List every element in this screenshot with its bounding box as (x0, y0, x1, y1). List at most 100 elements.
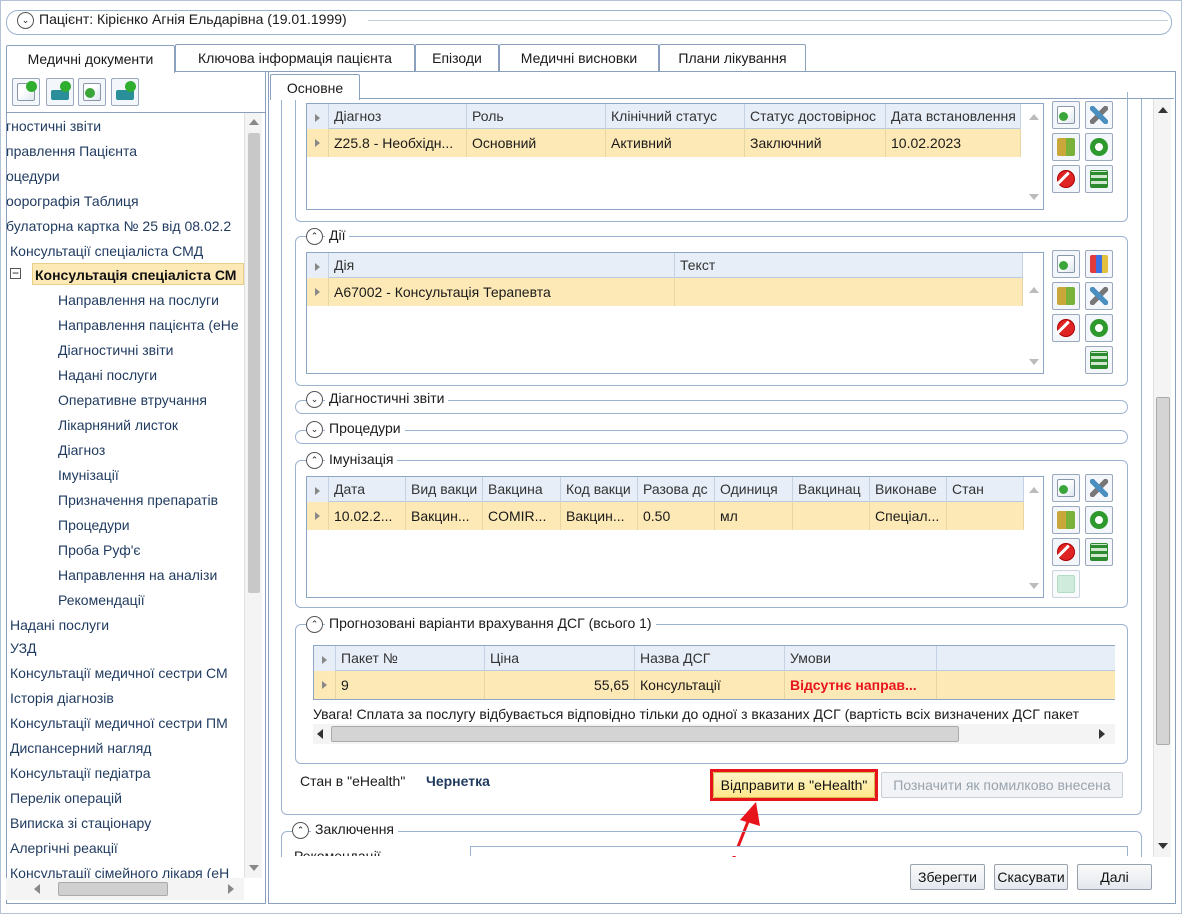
cell[interactable] (793, 502, 870, 530)
column-header[interactable]: Пакет № (336, 646, 485, 671)
tree-item[interactable]: Діагностичні звіти (58, 339, 173, 361)
column-header[interactable]: Статус достовірнос (745, 104, 886, 129)
scroll-up-icon[interactable] (249, 119, 259, 125)
tree-item[interactable]: Рекомендації (58, 589, 145, 611)
grid-scrollbar[interactable] (1025, 104, 1043, 209)
column-header[interactable]: Назва ДСГ (635, 646, 785, 671)
cell[interactable]: Спеціал... (870, 502, 947, 530)
tree-item[interactable]: Алергічні реакції (10, 837, 118, 859)
tree-item[interactable]: оорографія Таблиця (6, 190, 139, 212)
table-view-icon[interactable] (1085, 346, 1113, 374)
scroll-up-icon[interactable] (1029, 114, 1039, 120)
tools-icon[interactable] (1085, 101, 1113, 129)
procedures-expand-icon[interactable]: ⌄ (306, 421, 323, 438)
tree-item-selected[interactable]: Консультація спеціаліста СМ (32, 263, 244, 285)
scroll-down-icon[interactable] (1029, 359, 1039, 365)
diag-reports-title[interactable]: Діагностичні звіти (325, 390, 449, 406)
scroll-thumb[interactable] (58, 882, 168, 896)
delete-icon[interactable] (1052, 165, 1080, 193)
table-row[interactable]: 10.02.2... Вакцин... COMIR... Вакцин... … (307, 502, 1024, 530)
book-icon[interactable] (1052, 506, 1080, 534)
tree-item[interactable]: Направлення на аналізи (58, 564, 217, 586)
scroll-down-icon[interactable] (1029, 194, 1039, 200)
conclusion-collapse-icon[interactable]: ⌃ (292, 822, 309, 839)
column-header[interactable]: Ціна (485, 646, 635, 671)
tab-medical-conclusions[interactable]: Медичні висновки (499, 44, 659, 71)
column-header[interactable]: Вакцина (483, 477, 561, 502)
tree-item[interactable]: Призначення препаратів (58, 489, 218, 511)
tree-item[interactable]: правлення Пацієнта (6, 140, 137, 162)
scroll-right-icon[interactable] (228, 884, 234, 894)
procedures-title[interactable]: Процедури (325, 420, 405, 436)
cell[interactable] (947, 502, 1024, 530)
tree-item[interactable]: Виписка зі стаціонару (10, 812, 151, 834)
tree-item[interactable]: Процедури (58, 514, 130, 536)
next-button[interactable]: Далі (1077, 864, 1152, 890)
scroll-thumb[interactable] (1156, 397, 1170, 745)
tree-item[interactable]: УЗД (10, 637, 37, 659)
column-header[interactable]: Вид вакци (406, 477, 483, 502)
cell[interactable]: Z25.8 - Необхідн... (329, 129, 467, 157)
tab-key-info[interactable]: Ключова інформація пацієнта (175, 44, 415, 71)
add-patient-icon[interactable] (46, 78, 74, 106)
cell[interactable]: COMIR... (483, 502, 561, 530)
tree-item[interactable]: Консультації спеціаліста СМД (10, 240, 203, 262)
tree-item[interactable]: Диспансерний нагляд (10, 737, 151, 759)
tree-item[interactable]: Імунізації (58, 464, 119, 486)
cell[interactable] (675, 278, 1023, 306)
column-header[interactable]: Дія (329, 253, 675, 278)
tools-icon[interactable] (1085, 474, 1113, 502)
column-header[interactable]: Виконаве (870, 477, 947, 502)
column-header[interactable]: Текст (675, 253, 1023, 278)
tree-item[interactable]: Направлення на послуги (58, 289, 219, 311)
column-header[interactable]: Разова дс (638, 477, 715, 502)
column-header[interactable]: Умови (785, 646, 937, 671)
tab-treatment-plans[interactable]: Плани лікування (659, 44, 806, 71)
cell[interactable]: A67002 - Консультація Терапевта (329, 278, 675, 306)
tree-item[interactable]: булаторна картка № 25 від 08.02.2 (6, 215, 231, 237)
tree-item[interactable]: Консультації медичної сестри ПМ (10, 712, 228, 734)
cell[interactable]: Активний (606, 129, 745, 157)
cell[interactable]: 10.02.2... (329, 502, 406, 530)
cell[interactable]: 9 (336, 671, 485, 699)
scroll-down-icon[interactable] (249, 865, 259, 871)
tree-item[interactable]: Історія діагнозів (10, 687, 114, 709)
tree-item[interactable]: Діагноз (58, 439, 105, 461)
cell[interactable]: 0.50 (638, 502, 715, 530)
grid-scrollbar[interactable] (1025, 253, 1043, 373)
scroll-down-icon[interactable] (1029, 583, 1039, 589)
dsg-collapse-icon[interactable]: ⌃ (306, 616, 323, 633)
link-icon[interactable] (1085, 506, 1113, 534)
column-header[interactable]: Вакцинац (793, 477, 870, 502)
dsg-horizontal-scrollbar[interactable] (313, 724, 1115, 744)
column-header[interactable]: Клінічний статус (606, 104, 745, 129)
tree-item[interactable]: Надані послуги (58, 364, 157, 386)
tree-item[interactable]: Направлення пацієнта (eHe (58, 314, 239, 336)
add-bed-icon[interactable] (111, 78, 139, 106)
column-header[interactable]: Дата (329, 477, 406, 502)
cell[interactable]: Вакцин... (561, 502, 638, 530)
tree-vertical-scrollbar[interactable] (244, 113, 262, 878)
column-header[interactable]: Стан (947, 477, 1024, 502)
column-header[interactable]: Роль (467, 104, 606, 129)
cell[interactable]: мл (715, 502, 793, 530)
tree-item[interactable]: Лікарняний листок (58, 414, 178, 436)
link-icon[interactable] (1085, 133, 1113, 161)
cell[interactable]: Основний (467, 129, 606, 157)
tree-item[interactable]: Оперативне втручання (58, 389, 207, 411)
tree-item[interactable]: Консультації сімейного лікаря (eH (10, 862, 229, 878)
scroll-left-icon[interactable] (34, 884, 40, 894)
tree-item[interactable]: Проба Руф'є (58, 539, 141, 561)
cell[interactable]: Відсутнє направ... (785, 671, 937, 699)
scroll-down-icon[interactable] (1158, 843, 1168, 849)
tree-item[interactable]: Консультації медичної сестри СМ (10, 662, 228, 684)
tab-episodes[interactable]: Епізоди (415, 44, 499, 71)
table-row[interactable]: Z25.8 - Необхідн... Основний Активний За… (307, 129, 1021, 157)
scroll-thumb[interactable] (331, 726, 959, 742)
delete-icon[interactable] (1052, 314, 1080, 342)
tree-horizontal-scrollbar[interactable] (6, 878, 244, 900)
book-icon[interactable] (1052, 282, 1080, 310)
cell[interactable]: Заключний (745, 129, 886, 157)
tree-collapse-icon[interactable]: − (10, 267, 21, 279)
diag-reports-expand-icon[interactable]: ⌄ (306, 391, 323, 408)
